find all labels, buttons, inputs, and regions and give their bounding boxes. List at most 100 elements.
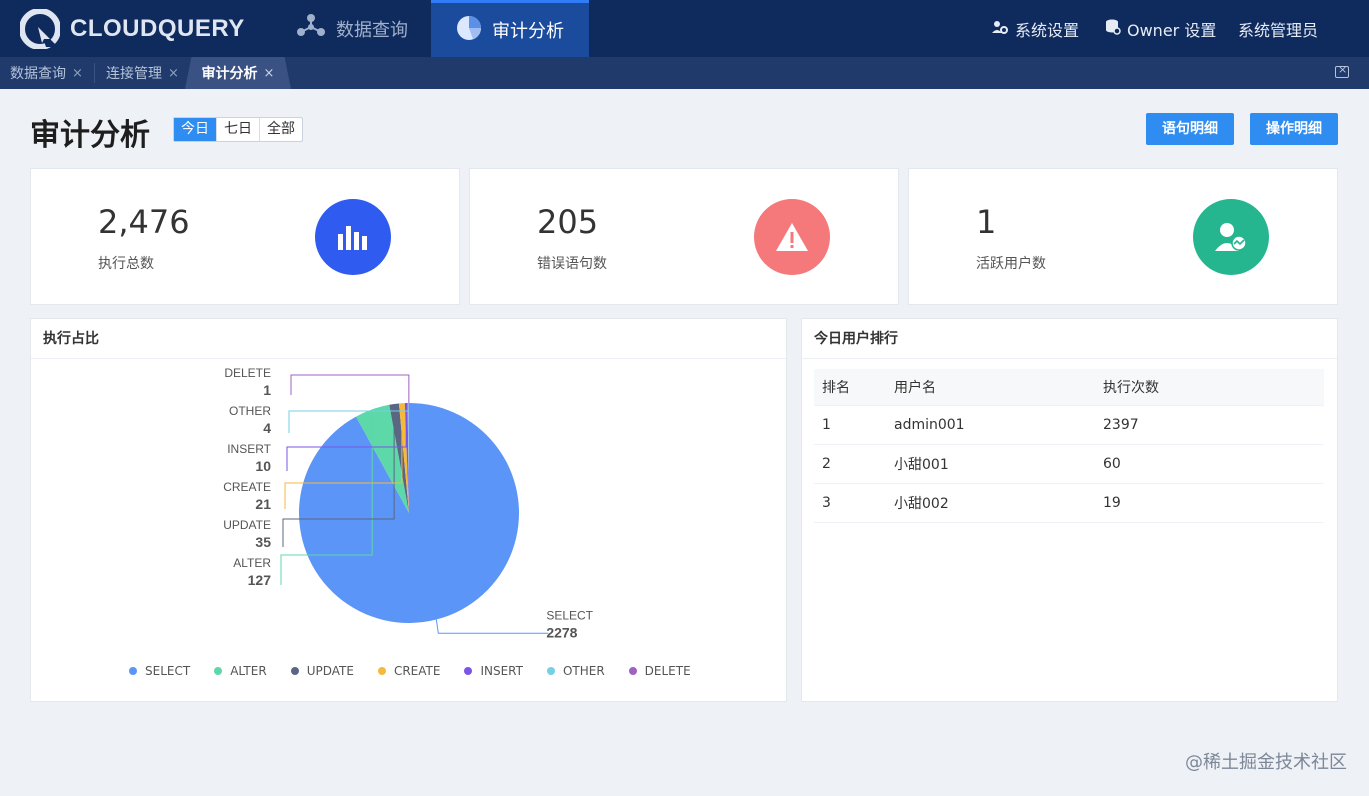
slice-value: 2278 [546, 624, 577, 640]
watermark: @稀土掘金技术社区 [1185, 752, 1347, 773]
table-cell: 1 [822, 417, 831, 433]
table-cell: 60 [1103, 456, 1121, 472]
logo-text: CLOUDQUERY [70, 15, 245, 42]
slice-label: CREATE [223, 480, 271, 494]
warning-icon [754, 199, 830, 275]
tab-label: 审计分析 [201, 66, 258, 82]
close-icon[interactable]: × [72, 66, 83, 81]
nav-item-label: 数据查询 [336, 19, 408, 41]
logo[interactable]: CLOUDQUERY [19, 8, 245, 50]
users-gear-icon [991, 19, 1009, 39]
slice-label: SELECT [546, 608, 593, 622]
table-cell: 小甜002 [894, 496, 949, 512]
nav-item-label: 审计分析 [492, 21, 564, 42]
stat-value: 1 [976, 203, 997, 241]
time-range-selector: 今日 七日 全部 [173, 117, 303, 142]
nav-right-label: 系统设置 [1015, 20, 1080, 40]
range-option-seven-days[interactable]: 七日 [217, 118, 260, 141]
nav-item-audit-analysis[interactable]: 审计分析 [431, 0, 589, 57]
stat-value: 205 [537, 203, 599, 241]
close-all-tabs-icon[interactable] [1335, 63, 1349, 78]
user-ranking-panel: 今日用户排行 排名 用户名 执行次数 1 admin001 2397 2 小甜0… [801, 318, 1338, 702]
table-cell: 2 [822, 456, 831, 472]
stat-card-total-executions: 2,476 执行总数 [30, 168, 460, 305]
range-option-all[interactable]: 全部 [260, 118, 302, 141]
nav-system-admin[interactable]: 系统管理员 [1238, 0, 1318, 57]
nav-owner-settings[interactable]: Owner 设置 [1105, 0, 1216, 57]
leader-line [435, 619, 549, 634]
legend-item-update[interactable]: UPDATE [290, 664, 354, 678]
column-header-executions: 执行次数 [1103, 380, 1159, 396]
panel-title: 今日用户排行 [802, 319, 1337, 359]
slice-label: DELETE [224, 366, 271, 380]
slice-value: 10 [255, 458, 271, 474]
legend-label: OTHER [562, 664, 605, 678]
legend-item-insert[interactable]: INSERT [464, 664, 523, 678]
table-cell: 19 [1103, 495, 1121, 511]
legend-item-other[interactable]: OTHER [546, 664, 605, 678]
table-cell: 3 [822, 495, 831, 511]
tab-divider [94, 63, 95, 83]
chart-legend: SELECT ALTER UPDATE CREATE INSERT OTHER DELETE [129, 664, 691, 678]
nav-item-data-query[interactable]: 数据查询 [296, 0, 408, 57]
table-row: 2 小甜001 60 [814, 445, 1324, 484]
slice-value: 35 [255, 534, 271, 550]
legend-dot [546, 667, 555, 675]
top-navigation: CLOUDQUERY 数据查询 审计分析 系统设置 Owner 设置 系统管理员 [0, 0, 1369, 57]
stat-label: 活跃用户数 [976, 256, 1046, 272]
legend-label: CREATE [393, 664, 441, 678]
user-ranking-table: 排名 用户名 执行次数 1 admin001 2397 2 小甜001 60 3… [814, 369, 1324, 523]
tab-label: 连接管理 [106, 66, 162, 82]
tab-label: 数据查询 [10, 66, 66, 82]
statement-detail-button[interactable]: 语句明细 [1146, 113, 1234, 145]
slice-label: OTHER [229, 404, 271, 418]
table-row: 3 小甜002 19 [814, 484, 1324, 523]
tab-connection-management[interactable]: 连接管理 × [96, 57, 189, 89]
tab-data-query[interactable]: 数据查询 × [0, 57, 93, 89]
legend-dot [290, 667, 299, 675]
slice-value: 127 [248, 572, 272, 588]
stat-card-active-users: 1 活跃用户数 [908, 168, 1338, 305]
range-option-today[interactable]: 今日 [174, 118, 217, 141]
nav-system-settings[interactable]: 系统设置 [991, 0, 1079, 57]
table-cell: 小甜001 [894, 457, 949, 473]
table-cell: admin001 [894, 417, 965, 433]
slice-label: UPDATE [223, 518, 271, 532]
database-gear-icon [1105, 19, 1121, 39]
leader-line [290, 374, 410, 404]
legend-label: UPDATE [306, 664, 354, 678]
legend-dot [464, 667, 473, 675]
close-icon[interactable]: × [168, 66, 179, 81]
tab-bar: 数据查询 × 连接管理 × 审计分析 × [0, 57, 1369, 89]
nav-right-label: Owner 设置 [1127, 20, 1217, 40]
legend-item-alter[interactable]: ALTER [214, 664, 267, 678]
legend-label: INSERT [480, 664, 523, 678]
stat-label: 错误语句数 [537, 256, 607, 272]
table-row: 1 admin001 2397 [814, 406, 1324, 445]
legend-item-delete[interactable]: DELETE [628, 664, 691, 678]
legend-item-select[interactable]: SELECT [129, 664, 190, 678]
legend-dot [628, 667, 637, 675]
execution-ratio-panel: 执行占比 SELECT 2278 ALTER 127 UPDATE 35 CREATE 21 I… [30, 318, 787, 702]
slice-value: 4 [263, 420, 271, 436]
page-title: 审计分析 [30, 118, 150, 153]
tab-audit-analysis[interactable]: 审计分析 × [185, 57, 291, 89]
legend-dot [377, 667, 386, 675]
panel-title: 执行占比 [31, 319, 786, 359]
table-cell: 2397 [1103, 417, 1139, 433]
share-nodes-icon [296, 13, 326, 44]
execution-ratio-pie-chart: SELECT 2278 ALTER 127 UPDATE 35 CREATE 21 INSERT… [223, 366, 593, 640]
stat-label: 执行总数 [98, 256, 154, 272]
user-activity-icon [1193, 199, 1269, 275]
legend-label: SELECT [145, 664, 191, 678]
stat-value: 2,476 [98, 203, 190, 241]
slice-label: ALTER [233, 556, 271, 570]
stat-card-error-statements: 205 错误语句数 [469, 168, 899, 305]
slice-value: 1 [263, 382, 271, 398]
bar-chart-icon [315, 199, 391, 275]
pie-chart-icon [456, 15, 482, 46]
close-icon[interactable]: × [264, 66, 275, 81]
operation-detail-button[interactable]: 操作明细 [1250, 113, 1338, 145]
legend-item-create[interactable]: CREATE [377, 664, 441, 678]
cloudquery-logo-icon [19, 8, 61, 50]
